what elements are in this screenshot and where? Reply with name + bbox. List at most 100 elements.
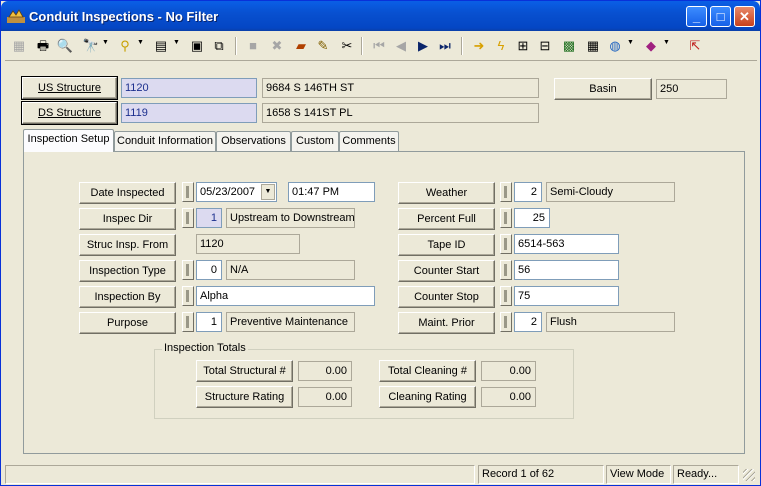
lock-toggle[interactable] [500,312,512,332]
lock-toggle[interactable] [500,234,512,254]
total-structural-button[interactable]: Total Structural # [196,360,293,382]
tab-observations[interactable]: Observations [216,131,291,151]
ds-structure-id-field[interactable]: 1119 [121,103,257,123]
lock-toggle[interactable] [182,182,194,202]
basin-button[interactable]: Basin [554,78,652,100]
title-bar[interactable]: Conduit Inspections - No Filter _ □ ✕ [1,1,760,31]
report-dropdown-icon[interactable]: ▼ [173,39,180,46]
close-button[interactable]: ✕ [734,6,755,27]
weather-code-field[interactable]: 2 [514,182,542,202]
view-mode-status: View Mode [606,465,671,484]
next-record-icon[interactable]: ▶ [413,36,433,56]
basin-field: 250 [656,79,727,99]
lock-toggle[interactable] [500,182,512,202]
exit-icon[interactable]: ⇱ [685,36,705,56]
date-value: 05/23/2007 [200,186,256,198]
inspec-dir-text-field: Upstream to Downstream [226,208,355,228]
grid-view-icon[interactable]: ▦ [9,36,29,56]
tab-inspection-setup[interactable]: Inspection Setup [23,129,114,152]
percent-full-field[interactable]: 25 [514,208,550,228]
us-structure-button[interactable]: US Structure [22,77,117,99]
counter-stop-field[interactable]: 75 [514,286,619,306]
struc-insp-from-button[interactable]: Struc Insp. From [79,234,176,256]
print-icon[interactable]: 🖶 [33,36,53,56]
lock-toggle[interactable] [500,208,512,228]
lock-toggle[interactable] [500,260,512,280]
filter-dropdown-icon[interactable]: ▼ [137,39,144,46]
minimize-button[interactable]: _ [686,6,707,27]
weather-button[interactable]: Weather [398,182,495,204]
book-dropdown-icon[interactable]: ▼ [663,39,670,46]
cleaning-rating-button[interactable]: Cleaning Rating [379,386,476,408]
lock-toggle[interactable] [182,208,194,228]
edit-pencil-icon[interactable]: ✎ [313,36,333,56]
counter-start-button[interactable]: Counter Start [398,260,495,282]
maximize-button[interactable]: □ [710,6,731,27]
date-inspected-button[interactable]: Date Inspected [79,182,176,204]
find-dropdown-icon[interactable]: ▼ [102,39,109,46]
us-structure-id-field[interactable]: 1120 [121,78,257,98]
tab-custom[interactable]: Custom [291,131,339,151]
maint-prior-text-field: Flush [546,312,675,332]
books-icon[interactable]: ▰ [291,36,311,56]
tab-conduit-information[interactable]: Conduit Information [114,131,216,151]
tape-id-field[interactable]: 6514-563 [514,234,619,254]
conduit-inspections-window: Conduit Inspections - No Filter _ □ ✕ ▦ … [0,0,761,486]
tree-icon[interactable]: ⊟ [535,36,555,56]
maint-prior-code-field[interactable]: 2 [514,312,542,332]
goto-arrow-icon[interactable]: ➜ [469,36,489,56]
total-cleaning-button[interactable]: Total Cleaning # [379,360,476,382]
ds-structure-button[interactable]: DS Structure [22,102,117,124]
print-preview-icon[interactable]: 🔍 [55,36,75,56]
cut-icon[interactable]: ✂ [337,36,357,56]
map-icon[interactable]: ▩ [559,36,579,56]
counter-start-field[interactable]: 56 [514,260,619,280]
lightning-icon[interactable]: ϟ [491,36,511,56]
time-inspected-field[interactable]: 01:47 PM [288,182,375,202]
inspection-type-code-field[interactable]: 0 [196,260,222,280]
counter-stop-button[interactable]: Counter Stop [398,286,495,308]
percent-full-button[interactable]: Percent Full [398,208,495,230]
ds-structure-label: DS Structure [38,107,101,119]
window-title: Conduit Inspections - No Filter [29,9,219,24]
filter-icon[interactable]: ⚲ [115,36,135,56]
inspection-by-button[interactable]: Inspection By [79,286,176,308]
inspec-dir-code-field[interactable]: 1 [196,208,222,228]
inspection-totals-label: Inspection Totals [162,342,248,354]
app-icon [7,9,25,23]
report-icon[interactable]: ▤ [151,36,171,56]
inspection-type-button[interactable]: Inspection Type [79,260,176,282]
delete-icon[interactable]: ✖ [267,36,287,56]
ready-status: Ready... [673,465,739,484]
book-icon[interactable]: ◆ [641,36,661,56]
last-record-icon[interactable]: ⏭ [435,36,455,56]
inspection-type-text-field: N/A [226,260,355,280]
find-icon[interactable]: 🔭 [81,36,101,56]
status-bar: Record 1 of 62 View Mode Ready... [5,465,757,485]
first-record-icon[interactable]: ⏮ [369,36,389,56]
chevron-down-icon[interactable]: ▼ [261,184,275,200]
inspection-by-field[interactable]: Alpha [196,286,375,306]
structure-rating-button[interactable]: Structure Rating [196,386,293,408]
resize-grip-icon[interactable] [743,469,755,481]
lock-toggle[interactable] [182,286,194,306]
previous-record-icon[interactable]: ◀ [391,36,411,56]
record-counter: Record 1 of 62 [478,465,604,484]
date-inspected-field[interactable]: 05/23/2007 ▼ [196,182,277,202]
globe-icon[interactable]: ◍ [605,36,625,56]
calculator-icon[interactable]: ▦ [583,36,603,56]
purpose-button[interactable]: Purpose [79,312,176,334]
lock-toggle[interactable] [182,260,194,280]
tape-id-button[interactable]: Tape ID [398,234,495,256]
purpose-code-field[interactable]: 1 [196,312,222,332]
lock-toggle[interactable] [182,312,194,332]
save-icon[interactable]: ■ [243,36,263,56]
lock-toggle[interactable] [500,286,512,306]
network-icon[interactable]: ⊞ [513,36,533,56]
inspec-dir-button[interactable]: Inspec Dir [79,208,176,230]
copy-record-icon[interactable]: ⧉ [209,36,229,56]
maint-prior-button[interactable]: Maint. Prior [398,312,495,334]
tab-comments[interactable]: Comments [339,131,399,151]
globe-dropdown-icon[interactable]: ▼ [627,39,634,46]
properties-icon[interactable]: ▣ [187,36,207,56]
